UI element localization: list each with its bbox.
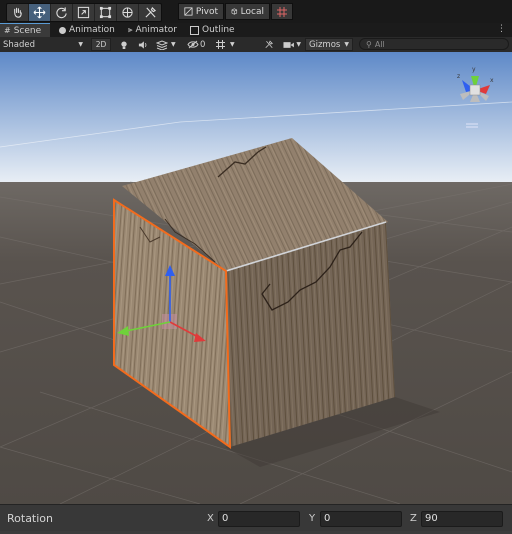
svg-text:x: x	[490, 77, 494, 84]
tab-scene[interactable]: # Scene	[0, 23, 50, 37]
tab-animation[interactable]: Animation	[55, 23, 119, 37]
tab-animator-label: Animator	[135, 25, 177, 35]
rotation-z-field[interactable]: 90	[421, 511, 503, 527]
scale-tool-button[interactable]	[73, 4, 95, 21]
svg-text:y: y	[472, 66, 476, 73]
animator-icon: ⫸	[128, 25, 133, 34]
lighting-toggle[interactable]	[117, 38, 131, 51]
tab-options-icon[interactable]: ⋮	[497, 24, 506, 34]
pivot-toggle[interactable]: Pivot	[178, 3, 224, 20]
grid-dropdown[interactable]: ▼	[212, 38, 240, 51]
scene-canvas[interactable]: y z x	[0, 52, 512, 504]
tab-animation-label: Animation	[69, 25, 115, 35]
svg-text:z: z	[457, 73, 460, 80]
toggle-2d-button[interactable]: 2D	[91, 38, 111, 51]
effects-dropdown[interactable]: ▼	[153, 38, 181, 51]
tab-animator[interactable]: ⫸ Animator	[124, 23, 181, 37]
chevron-down-icon: ▼	[171, 41, 176, 48]
tab-scene-label: Scene	[13, 25, 42, 36]
local-toggle[interactable]: Local	[225, 3, 270, 20]
hidden-count: 0	[200, 39, 206, 50]
tab-outline[interactable]: Outline	[186, 23, 239, 37]
tools-icon	[265, 40, 273, 49]
pivot-icon	[184, 7, 193, 16]
grid-snap-icon	[277, 6, 287, 17]
window-tabs: # Scene Animation ⫸ Animator Outline	[0, 23, 512, 37]
tab-outline-label: Outline	[202, 25, 235, 35]
pivot-label: Pivot	[195, 6, 218, 17]
chevron-down-icon: ▼	[78, 41, 83, 48]
chevron-down-icon: ▼	[230, 41, 235, 48]
rotation-y-label[interactable]: Y	[309, 513, 315, 524]
rotate-tool-button[interactable]	[51, 4, 73, 21]
local-cube-icon	[231, 8, 238, 15]
rotation-y-field[interactable]: 0	[320, 511, 402, 527]
move-tool-button[interactable]	[29, 4, 51, 21]
audio-toggle[interactable]	[135, 38, 151, 51]
toggle-2d-label: 2D	[95, 40, 107, 49]
chevron-down-icon: ▼	[296, 41, 301, 48]
inspector-rotation-row: Rotation X 0 Y 0 Z 90	[0, 504, 512, 534]
scene-search-input[interactable]: ⚲ All	[359, 38, 509, 50]
rotation-x-field[interactable]: 0	[218, 511, 300, 527]
rect-icon	[99, 6, 112, 19]
effects-layers-icon	[156, 39, 168, 50]
scene-toolbar: Shaded ▼ 2D ▼ 0 ▼ ▼ Gizmos ▼ ⚲ All	[0, 37, 512, 53]
main-toolbar: Pivot Local	[0, 0, 512, 24]
eye-slash-icon	[187, 40, 199, 49]
camera-icon	[283, 41, 294, 48]
shading-mode-value: Shaded	[3, 39, 36, 50]
search-placeholder: All	[374, 39, 385, 49]
rect-tool-button[interactable]	[95, 4, 117, 21]
custom-tool-button[interactable]	[139, 4, 161, 21]
rotation-label: Rotation	[7, 512, 54, 525]
grid-snap-toggle[interactable]	[271, 3, 293, 20]
rotate-icon	[56, 7, 67, 19]
camera-dropdown[interactable]: ▼	[280, 38, 304, 51]
move-icon	[33, 6, 46, 19]
transform-tools	[6, 3, 162, 22]
scale-icon	[77, 6, 90, 19]
light-bulb-icon	[121, 40, 127, 49]
hidden-objects-toggle[interactable]: 0	[184, 38, 210, 51]
rotation-z-label[interactable]: Z	[410, 513, 417, 524]
local-label: Local	[240, 6, 264, 17]
wrench-icon	[144, 6, 156, 18]
hand-tool-button[interactable]	[7, 4, 29, 21]
grid-icon	[216, 40, 225, 49]
hand-icon	[14, 7, 22, 18]
tools-toggle[interactable]	[262, 38, 276, 51]
outline-icon	[190, 25, 199, 35]
animation-icon	[59, 26, 66, 34]
transform-tool-button[interactable]	[117, 4, 139, 21]
audio-icon	[138, 40, 147, 49]
gizmos-label: Gizmos	[309, 39, 341, 50]
shading-mode-dropdown[interactable]: Shaded ▼	[0, 38, 86, 51]
search-icon: ⚲	[366, 39, 372, 49]
scene-icon: #	[4, 26, 11, 35]
transform-icon	[122, 7, 133, 18]
chevron-down-icon: ▼	[344, 41, 349, 48]
gizmos-dropdown[interactable]: Gizmos ▼	[305, 38, 353, 51]
scene-viewport[interactable]: y z x	[0, 52, 512, 504]
rotation-x-label[interactable]: X	[207, 513, 214, 524]
